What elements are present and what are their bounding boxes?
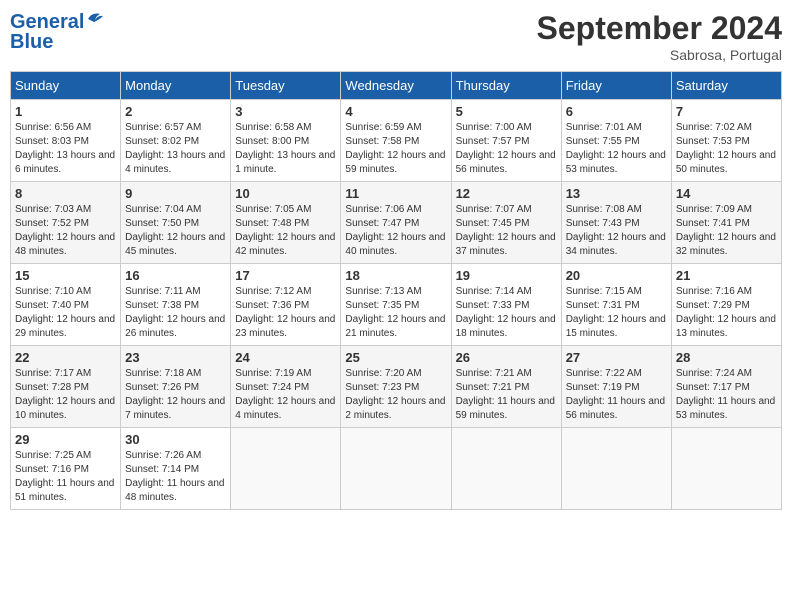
table-row: 16Sunrise: 7:11 AMSunset: 7:38 PMDayligh…: [121, 264, 231, 346]
table-row: 18Sunrise: 7:13 AMSunset: 7:35 PMDayligh…: [341, 264, 451, 346]
table-row: 12Sunrise: 7:07 AMSunset: 7:45 PMDayligh…: [451, 182, 561, 264]
col-wednesday: Wednesday: [341, 72, 451, 100]
calendar-table: Sunday Monday Tuesday Wednesday Thursday…: [10, 71, 782, 510]
table-row: 27Sunrise: 7:22 AMSunset: 7:19 PMDayligh…: [561, 346, 671, 428]
table-row: 10Sunrise: 7:05 AMSunset: 7:48 PMDayligh…: [231, 182, 341, 264]
calendar-header-row: Sunday Monday Tuesday Wednesday Thursday…: [11, 72, 782, 100]
table-row: 11Sunrise: 7:06 AMSunset: 7:47 PMDayligh…: [341, 182, 451, 264]
calendar-week-1: 1Sunrise: 6:56 AMSunset: 8:03 PMDaylight…: [11, 100, 782, 182]
table-row: 5Sunrise: 7:00 AMSunset: 7:57 PMDaylight…: [451, 100, 561, 182]
table-row: [671, 428, 781, 510]
table-row: 29Sunrise: 7:25 AMSunset: 7:16 PMDayligh…: [11, 428, 121, 510]
table-row: [451, 428, 561, 510]
table-row: [231, 428, 341, 510]
table-row: 26Sunrise: 7:21 AMSunset: 7:21 PMDayligh…: [451, 346, 561, 428]
table-row: 30Sunrise: 7:26 AMSunset: 7:14 PMDayligh…: [121, 428, 231, 510]
table-row: 20Sunrise: 7:15 AMSunset: 7:31 PMDayligh…: [561, 264, 671, 346]
table-row: [341, 428, 451, 510]
table-row: 13Sunrise: 7:08 AMSunset: 7:43 PMDayligh…: [561, 182, 671, 264]
table-row: 24Sunrise: 7:19 AMSunset: 7:24 PMDayligh…: [231, 346, 341, 428]
title-block: September 2024 Sabrosa, Portugal: [537, 10, 782, 63]
table-row: 19Sunrise: 7:14 AMSunset: 7:33 PMDayligh…: [451, 264, 561, 346]
table-row: 22Sunrise: 7:17 AMSunset: 7:28 PMDayligh…: [11, 346, 121, 428]
logo: GeneralBlue: [10, 10, 104, 52]
table-row: 8Sunrise: 7:03 AMSunset: 7:52 PMDaylight…: [11, 182, 121, 264]
table-row: 21Sunrise: 7:16 AMSunset: 7:29 PMDayligh…: [671, 264, 781, 346]
logo-general: General: [10, 11, 84, 33]
table-row: 3Sunrise: 6:58 AMSunset: 8:00 PMDaylight…: [231, 100, 341, 182]
col-saturday: Saturday: [671, 72, 781, 100]
table-row: 6Sunrise: 7:01 AMSunset: 7:55 PMDaylight…: [561, 100, 671, 182]
table-row: 25Sunrise: 7:20 AMSunset: 7:23 PMDayligh…: [341, 346, 451, 428]
logo-text: GeneralBlue: [10, 10, 104, 52]
table-row: 2Sunrise: 6:57 AMSunset: 8:02 PMDaylight…: [121, 100, 231, 182]
table-row: 15Sunrise: 7:10 AMSunset: 7:40 PMDayligh…: [11, 264, 121, 346]
location: Sabrosa, Portugal: [537, 47, 782, 63]
calendar-week-2: 8Sunrise: 7:03 AMSunset: 7:52 PMDaylight…: [11, 182, 782, 264]
table-row: 9Sunrise: 7:04 AMSunset: 7:50 PMDaylight…: [121, 182, 231, 264]
calendar-week-3: 15Sunrise: 7:10 AMSunset: 7:40 PMDayligh…: [11, 264, 782, 346]
logo-bird-icon: [86, 10, 104, 28]
calendar-week-5: 29Sunrise: 7:25 AMSunset: 7:16 PMDayligh…: [11, 428, 782, 510]
month-title: September 2024: [537, 10, 782, 47]
col-friday: Friday: [561, 72, 671, 100]
table-row: 7Sunrise: 7:02 AMSunset: 7:53 PMDaylight…: [671, 100, 781, 182]
table-row: 4Sunrise: 6:59 AMSunset: 7:58 PMDaylight…: [341, 100, 451, 182]
logo-blue: Blue: [10, 31, 53, 53]
calendar-week-4: 22Sunrise: 7:17 AMSunset: 7:28 PMDayligh…: [11, 346, 782, 428]
page-header: GeneralBlue September 2024 Sabrosa, Port…: [10, 10, 782, 63]
table-row: 23Sunrise: 7:18 AMSunset: 7:26 PMDayligh…: [121, 346, 231, 428]
table-row: 1Sunrise: 6:56 AMSunset: 8:03 PMDaylight…: [11, 100, 121, 182]
col-thursday: Thursday: [451, 72, 561, 100]
table-row: 17Sunrise: 7:12 AMSunset: 7:36 PMDayligh…: [231, 264, 341, 346]
table-row: 14Sunrise: 7:09 AMSunset: 7:41 PMDayligh…: [671, 182, 781, 264]
col-tuesday: Tuesday: [231, 72, 341, 100]
table-row: 28Sunrise: 7:24 AMSunset: 7:17 PMDayligh…: [671, 346, 781, 428]
table-row: [561, 428, 671, 510]
col-monday: Monday: [121, 72, 231, 100]
col-sunday: Sunday: [11, 72, 121, 100]
